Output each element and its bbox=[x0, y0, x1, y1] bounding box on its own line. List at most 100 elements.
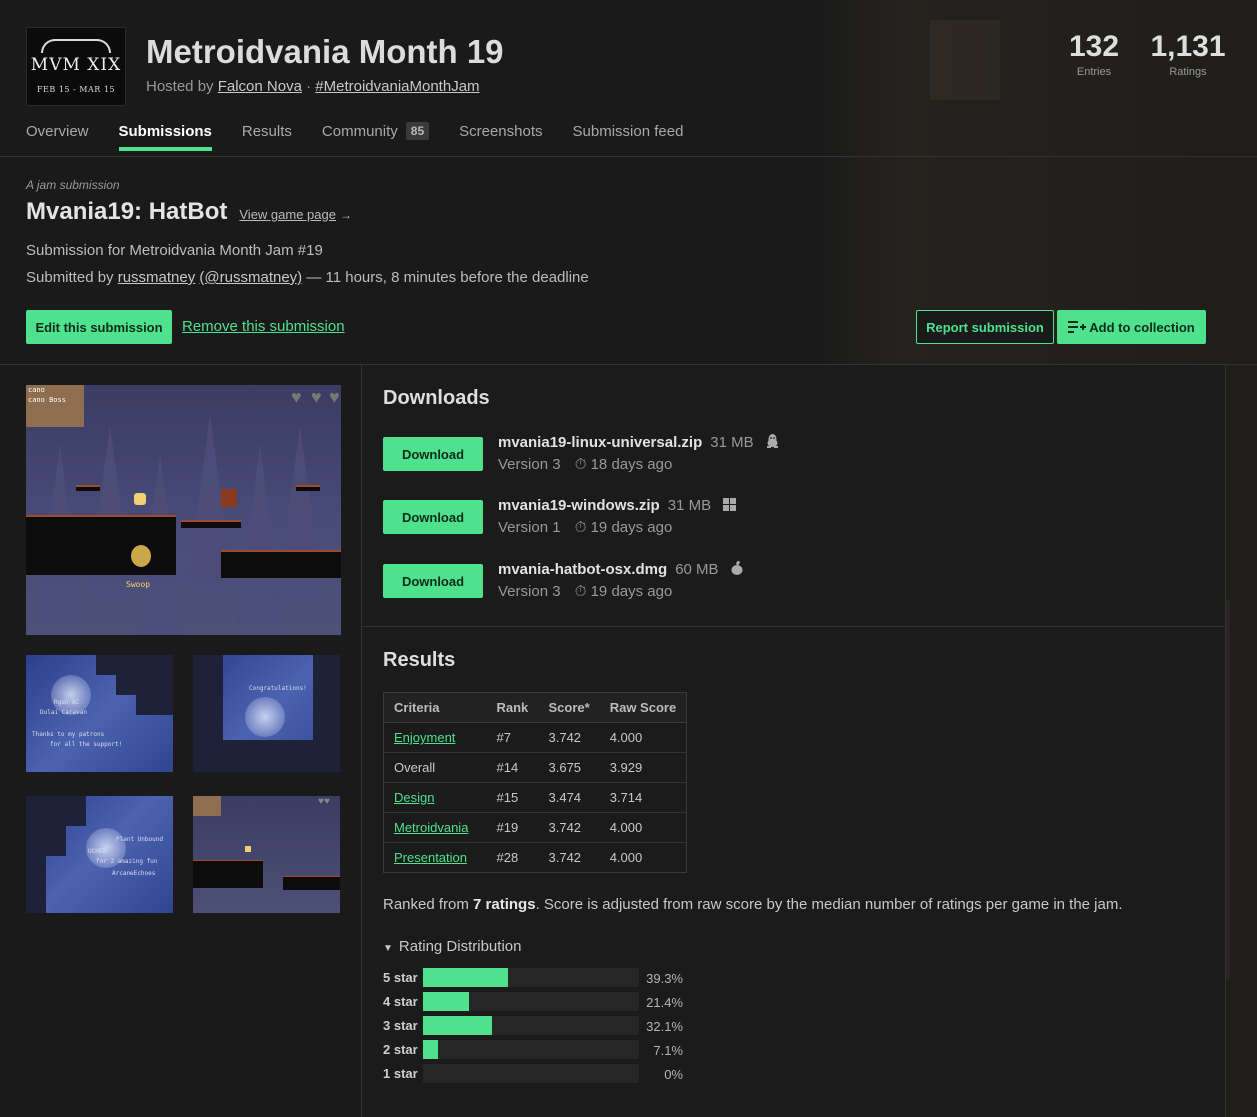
ratings-stat[interactable]: 1,131 Ratings bbox=[1148, 30, 1228, 78]
heart-icon: ♥ bbox=[329, 387, 340, 407]
raw-score-cell: 3.929 bbox=[599, 752, 687, 783]
submitted-prefix: Submitted by bbox=[26, 269, 114, 286]
download-age: 19 days ago bbox=[590, 519, 673, 536]
edit-submission-button[interactable]: Edit this submission bbox=[26, 310, 172, 344]
tab-label: Submissions bbox=[118, 122, 212, 140]
ranked-suffix: . Score is adjusted from raw score by th… bbox=[535, 896, 1123, 913]
downloads-heading: Downloads bbox=[383, 387, 490, 409]
linux-icon bbox=[766, 434, 779, 450]
thumb-text: UCHED bbox=[88, 848, 107, 855]
hud-text-1: cano bbox=[28, 386, 45, 394]
submission-info: A jam submission Mvania19: HatBot View g… bbox=[26, 178, 1226, 286]
results-heading: Results bbox=[383, 649, 456, 671]
thumbnail-screenshot[interactable]: Plant Unbound UCHED for 2 amazing fun Ar… bbox=[26, 796, 173, 913]
rating-bar-track bbox=[423, 1040, 639, 1059]
caret-down-icon: ▼ bbox=[383, 943, 393, 954]
author-handle-link[interactable]: (@russmatney) bbox=[199, 269, 302, 286]
rating-distribution-toggle[interactable]: ▼ Rating Distribution bbox=[383, 938, 521, 955]
download-button[interactable]: Download bbox=[383, 437, 483, 471]
heart-icon: ♥ bbox=[311, 387, 322, 407]
download-age: 19 days ago bbox=[590, 583, 673, 600]
logo-title: MVM XIX bbox=[30, 55, 122, 75]
criteria-link[interactable]: Presentation bbox=[394, 850, 467, 865]
download-filename: mvania19-linux-universal.zip bbox=[498, 434, 703, 451]
raw-score-cell: 3.714 bbox=[599, 782, 687, 813]
platform bbox=[296, 485, 320, 491]
add-to-collection-label: Add to collection bbox=[1089, 319, 1195, 335]
player-sprite bbox=[134, 493, 146, 505]
rating-bar-row: 2 star 7.1% bbox=[383, 1040, 703, 1060]
stopwatch-icon: ⏱ bbox=[574, 519, 587, 536]
thumb-text: for 2 amazing fun bbox=[96, 858, 158, 865]
remove-submission-link[interactable]: Remove this submission bbox=[182, 318, 345, 335]
rating-bar-label: 4 star bbox=[383, 994, 418, 1009]
ranked-note: Ranked from 7 ratings. Score is adjusted… bbox=[383, 896, 1123, 913]
logo-dates: FEB 15 - MAR 15 bbox=[37, 85, 115, 94]
thumbnail-screenshot[interactable]: Congratulations! bbox=[193, 655, 340, 772]
tab-screenshots[interactable]: Screenshots bbox=[459, 122, 542, 151]
download-button[interactable]: Download bbox=[383, 564, 483, 598]
download-version-line: Version 1 ⏱ 19 days ago bbox=[498, 519, 672, 536]
jam-title[interactable]: Metroidvania Month 19 bbox=[146, 33, 504, 71]
view-game-page-link[interactable]: View game page bbox=[239, 207, 336, 222]
report-submission-button[interactable]: Report submission bbox=[916, 310, 1054, 344]
main-screenshot[interactable]: cano cano Boss ♥ ♥ ♥ Swoop bbox=[26, 385, 341, 635]
rating-bar-fill bbox=[423, 1016, 493, 1035]
thumb-text: Plant Unbound bbox=[116, 836, 163, 843]
hosted-prefix: Hosted by bbox=[146, 78, 214, 95]
rank-cell: #15 bbox=[486, 782, 539, 813]
criteria-link[interactable]: Metroidvania bbox=[394, 820, 468, 835]
thumb-text: Rgan AC bbox=[54, 699, 80, 706]
criteria-cell: Overall bbox=[383, 752, 487, 783]
thumbnail-screenshot[interactable]: Rgan AC Dulai Caravan Thanks to my patro… bbox=[26, 655, 173, 772]
add-to-collection-button[interactable]: Add to collection bbox=[1057, 310, 1206, 344]
criteria-link[interactable]: Enjoyment bbox=[394, 730, 455, 745]
tab-community[interactable]: Community 85 bbox=[322, 122, 430, 151]
jam-logo[interactable]: MVM XIX FEB 15 - MAR 15 bbox=[26, 27, 126, 106]
host-link[interactable]: Falcon Nova bbox=[218, 78, 302, 95]
screenshot-caption: Swoop bbox=[126, 580, 151, 589]
platform bbox=[76, 485, 100, 491]
rating-bar-fill bbox=[423, 1040, 439, 1059]
download-button[interactable]: Download bbox=[383, 500, 483, 534]
column-header: Score* bbox=[538, 692, 600, 723]
tab-overview[interactable]: Overview bbox=[26, 122, 89, 151]
tab-label: Screenshots bbox=[459, 122, 543, 140]
criteria-cell: Enjoyment bbox=[383, 722, 487, 753]
tab-results[interactable]: Results bbox=[242, 122, 292, 151]
rating-bar-track bbox=[423, 1016, 639, 1035]
ranked-count: 7 ratings bbox=[473, 896, 536, 913]
column-header: Rank bbox=[486, 692, 539, 723]
rating-bar-row: 5 star 39.3% bbox=[383, 968, 703, 988]
table-row: Overall #14 3.675 3.929 bbox=[383, 752, 687, 783]
rating-bar-percent: 39.3% bbox=[646, 971, 683, 986]
rating-bar-track bbox=[423, 968, 639, 987]
criteria-cell: Presentation bbox=[383, 842, 487, 873]
thumbnail-screenshot[interactable]: ♥♥ bbox=[193, 796, 340, 913]
download-size: 31 MB bbox=[710, 434, 754, 451]
download-version-line: Version 3 ⏱ 18 days ago bbox=[498, 456, 672, 473]
windows-icon bbox=[723, 497, 737, 513]
hashtag-link[interactable]: #MetroidvaniaMonthJam bbox=[315, 78, 479, 95]
rating-bar-label: 5 star bbox=[383, 970, 418, 985]
tab-submissions[interactable]: Submissions bbox=[118, 122, 212, 151]
platform bbox=[26, 515, 176, 575]
column-header: Raw Score bbox=[599, 692, 687, 723]
thumb-text: ArcaneEchoes bbox=[112, 870, 156, 877]
download-filename: mvania19-windows.zip bbox=[498, 497, 660, 514]
author-link[interactable]: russmatney bbox=[118, 269, 196, 286]
criteria-link[interactable]: Design bbox=[394, 790, 434, 805]
download-version: Version 3 bbox=[498, 583, 561, 600]
tab-submission-feed[interactable]: Submission feed bbox=[573, 122, 684, 151]
platform bbox=[221, 550, 341, 578]
heart-icon: ♥ bbox=[291, 387, 302, 407]
raw-score-cell: 4.000 bbox=[599, 812, 687, 843]
score-cell: 3.675 bbox=[538, 752, 600, 783]
submission-title: Mvania19: HatBot bbox=[26, 198, 228, 225]
entries-stat[interactable]: 132 Entries bbox=[1066, 30, 1122, 78]
entries-label: Entries bbox=[1076, 66, 1112, 78]
logo-arc bbox=[41, 39, 111, 53]
rating-bar-row: 3 star 32.1% bbox=[383, 1016, 703, 1036]
score-cell: 3.474 bbox=[538, 782, 600, 813]
rating-bar-fill bbox=[423, 968, 508, 987]
